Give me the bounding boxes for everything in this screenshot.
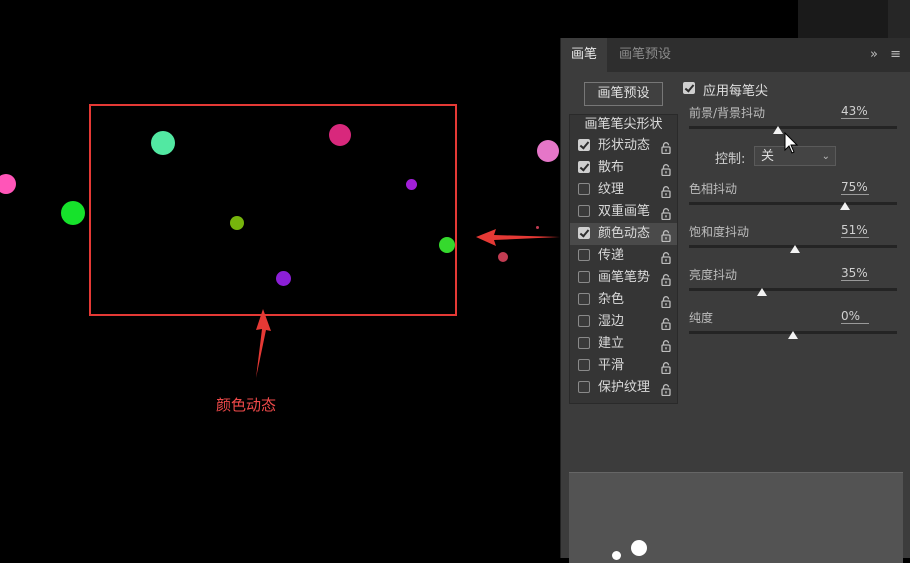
slider-track[interactable] (689, 288, 897, 291)
option-label: 传递 (598, 248, 625, 263)
param-value[interactable]: 75% (841, 180, 869, 195)
option-checkbox[interactable] (578, 337, 590, 349)
tab-brush[interactable]: 画笔 (561, 38, 608, 72)
control-label: 控制: (715, 152, 746, 167)
slider-thumb[interactable] (840, 202, 850, 210)
preview-dot (631, 540, 647, 556)
option-label: 颜色动态 (598, 226, 651, 241)
brush-presets-button[interactable]: 画笔预设 (584, 82, 663, 106)
slider-thumb[interactable] (788, 331, 798, 339)
list-item[interactable]: 传递 (570, 245, 677, 267)
slider-thumb[interactable] (790, 245, 801, 253)
option-checkbox[interactable] (578, 381, 590, 393)
tab-bar: 画笔 画笔预设 » ≡ (561, 38, 910, 72)
brush-panel: 画笔 画笔预设 » ≡ 画笔预设 画笔笔尖形状 形状动态散布纹理双重画笔颜色动态… (560, 38, 910, 563)
list-item[interactable]: 画笔笔势 (570, 267, 677, 289)
option-label: 双重画笔 (598, 204, 651, 219)
param-label: 亮度抖动 (689, 268, 738, 282)
apply-per-tip-checkbox[interactable] (683, 82, 695, 94)
option-label: 画笔笔势 (598, 270, 651, 285)
lock-icon[interactable] (661, 316, 671, 331)
param-label: 饱和度抖动 (689, 225, 750, 239)
option-label: 杂色 (598, 292, 625, 307)
annotation-label: 颜色动态 (216, 396, 277, 414)
lock-icon[interactable] (661, 228, 671, 243)
list-item[interactable]: 双重画笔 (570, 201, 677, 223)
slider-thumb[interactable] (756, 288, 767, 296)
option-label: 湿边 (598, 314, 625, 329)
option-label: 纹理 (598, 182, 625, 197)
option-checkbox[interactable] (578, 249, 590, 261)
lock-icon[interactable] (661, 140, 671, 155)
lock-icon[interactable] (661, 184, 671, 199)
list-item[interactable]: 建立 (570, 333, 677, 355)
control-value: 关 (761, 149, 775, 164)
option-checkbox[interactable] (578, 227, 590, 239)
option-checkbox[interactable] (578, 161, 590, 173)
param-value[interactable]: 35% (841, 266, 869, 281)
option-label: 平滑 (598, 358, 625, 373)
menu-icon[interactable]: ≡ (890, 47, 901, 62)
slider-track[interactable] (689, 126, 897, 129)
option-checkbox[interactable] (578, 139, 590, 151)
lock-icon[interactable] (661, 338, 671, 353)
option-checkbox[interactable] (578, 359, 590, 371)
option-label: 散布 (598, 160, 625, 175)
list-item[interactable]: 散布 (570, 157, 677, 179)
list-item[interactable]: 湿边 (570, 311, 677, 333)
lock-icon[interactable] (661, 250, 671, 265)
option-checkbox[interactable] (578, 271, 590, 283)
lock-icon[interactable] (661, 206, 671, 221)
option-label: 形状动态 (598, 138, 651, 153)
slider-thumb[interactable] (773, 126, 784, 134)
tab-brush-presets[interactable]: 画笔预设 (609, 38, 681, 72)
option-checkbox[interactable] (578, 293, 590, 305)
brush-tip-shape[interactable]: 画笔笔尖形状 (570, 115, 677, 135)
list-item[interactable]: 保护纹理 (570, 377, 677, 399)
option-checkbox[interactable] (578, 183, 590, 195)
option-checkbox[interactable] (578, 315, 590, 327)
brush-preview (569, 472, 903, 563)
option-label: 保护纹理 (598, 380, 651, 395)
list-item[interactable]: 平滑 (570, 355, 677, 377)
list-item[interactable]: 颜色动态 (570, 223, 677, 245)
chevron-down-icon: ⌄ (821, 151, 830, 162)
lock-icon[interactable] (661, 294, 671, 309)
list-item[interactable]: 形状动态 (570, 135, 677, 157)
preview-dot (612, 551, 621, 560)
option-checkbox[interactable] (578, 205, 590, 217)
param-value[interactable]: 43% (841, 104, 869, 119)
lock-icon[interactable] (661, 272, 671, 287)
arrow-left-icon (476, 229, 560, 246)
param-label: 纯度 (689, 311, 714, 325)
top-strip (798, 0, 910, 38)
lock-icon[interactable] (661, 360, 671, 375)
expand-icon[interactable]: » (870, 47, 878, 62)
param-label: 色相抖动 (689, 182, 738, 196)
lock-icon[interactable] (661, 162, 671, 177)
mouse-cursor-icon (784, 132, 799, 154)
param-label: 前景/背景抖动 (689, 106, 766, 120)
list-item[interactable]: 杂色 (570, 289, 677, 311)
list-item[interactable]: 纹理 (570, 179, 677, 201)
brush-options-list: 画笔笔尖形状 形状动态散布纹理双重画笔颜色动态传递画笔笔势杂色湿边建立平滑保护纹… (569, 114, 678, 404)
apply-per-tip-label: 应用每笔尖 (703, 84, 769, 99)
slider-track[interactable] (689, 202, 897, 205)
lock-icon[interactable] (661, 382, 671, 397)
option-label: 建立 (598, 336, 625, 351)
param-value[interactable]: 51% (841, 223, 869, 238)
annotation-arrows (256, 229, 560, 378)
arrow-up-icon (256, 309, 271, 378)
param-value[interactable]: 0% (841, 309, 869, 324)
